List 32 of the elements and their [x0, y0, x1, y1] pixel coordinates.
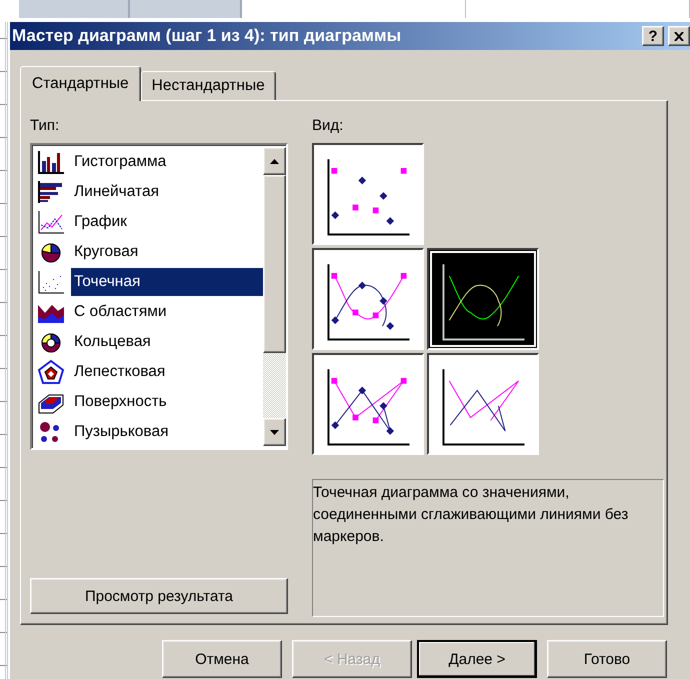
chart-type-item[interactable]: Кольцевая [71, 328, 263, 356]
help-button[interactable]: ? [642, 26, 664, 46]
scroll-up-button[interactable] [263, 147, 286, 175]
close-button[interactable] [668, 26, 690, 46]
description-text: Точечная диаграмма со значениями, соединенными сглаживающими линиями без маркеров. [312, 479, 664, 617]
chart-type-item[interactable]: Точечная [71, 268, 263, 296]
next-button[interactable]: Далее > [417, 640, 537, 678]
scrollbar-thumb[interactable] [263, 175, 286, 353]
line-chart-icon [36, 209, 66, 235]
cancel-button[interactable]: Отмена [162, 640, 282, 678]
window-title: Мастер диаграмм (шаг 1 из 4): тип диаграммы [12, 26, 402, 46]
chart-type-item[interactable]: Круговая [71, 238, 263, 266]
down-arrow-icon [270, 430, 279, 434]
chart-type-item[interactable]: Лепестковая [71, 358, 263, 386]
chart-type-item[interactable]: Пузырьковая [71, 418, 263, 446]
column-chart-icon [36, 149, 66, 175]
chart-type-item[interactable]: С областями [71, 298, 263, 326]
finish-button[interactable]: Готово [547, 640, 667, 678]
chart-type-item[interactable]: Линейчатая [71, 178, 263, 206]
chart-type-item[interactable]: График [71, 208, 263, 236]
scatter-chart-icon [36, 269, 66, 295]
tab[interactable]: Нестандартные [140, 71, 276, 100]
chart-type-item[interactable]: Гистограмма [71, 148, 263, 176]
view-label: Вид: [312, 117, 344, 136]
scroll-down-button[interactable] [263, 418, 286, 446]
tab[interactable]: Стандартные [20, 66, 141, 101]
chart-type-item[interactable]: Поверхность [71, 388, 263, 416]
radar-chart-icon [36, 359, 66, 385]
type-label: Тип: [30, 117, 60, 136]
close-icon [674, 32, 684, 40]
up-arrow-icon [270, 158, 279, 164]
preview-button[interactable]: Просмотр результата [30, 578, 288, 614]
